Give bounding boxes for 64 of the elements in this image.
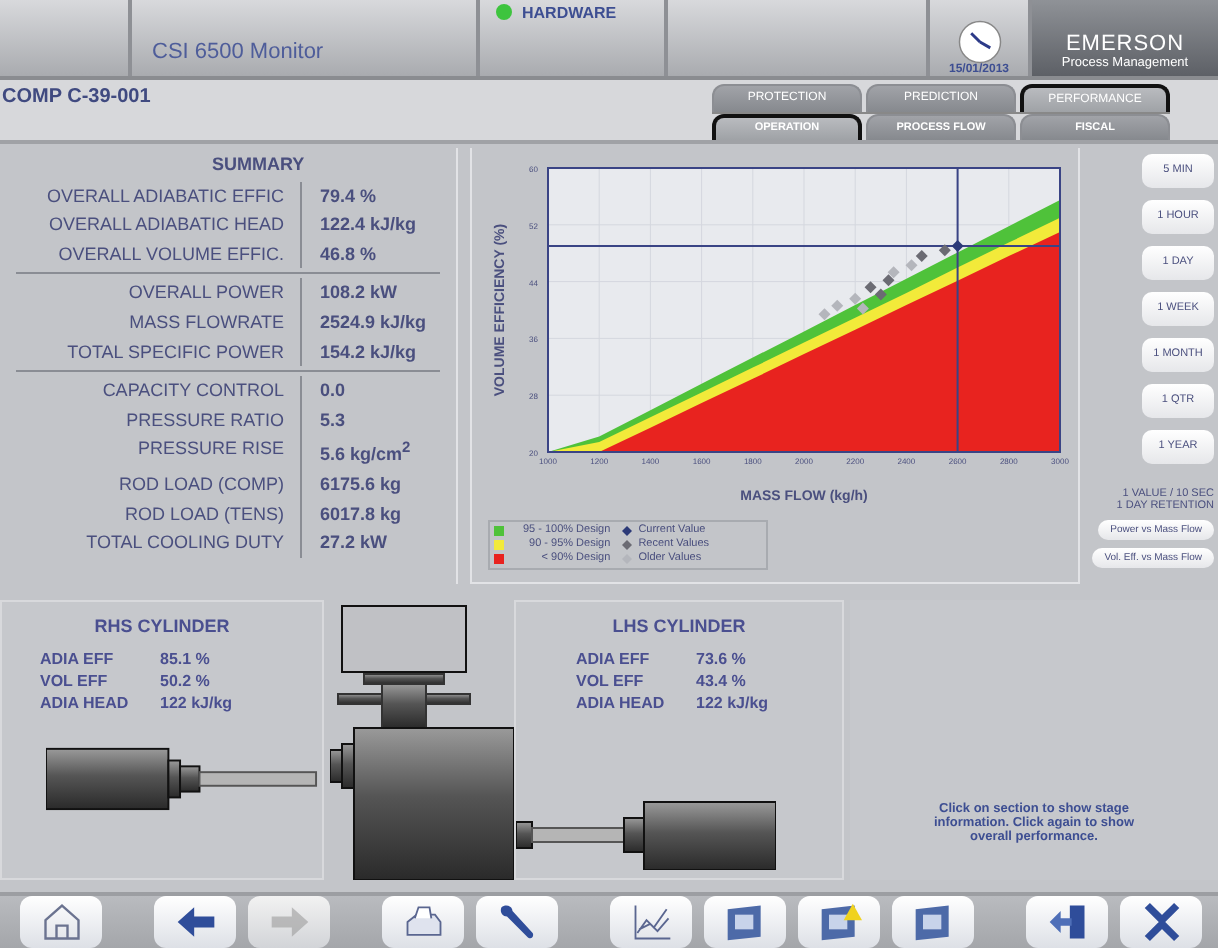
house-icon — [39, 900, 83, 944]
summary-label: TOTAL COOLING DUTY — [16, 528, 302, 558]
metric-label: VOL EFF — [40, 670, 110, 692]
metric-value: 85.1 % — [160, 648, 212, 670]
metric-value: 73.6 % — [696, 648, 748, 670]
summary-value: 46.8 % — [318, 241, 379, 268]
cylinder-panel[interactable]: RHS CYLINDER ADIA EFF 85.1 % VOL EFF 50.2 % ADIA HEAD 122 kJ/kg — [0, 600, 324, 880]
summary-label: OVERALL VOLUME EFFIC. — [16, 239, 302, 269]
summary-value: 79.4 % — [318, 183, 379, 210]
equipment-title: COMP C-39-001 — [0, 83, 151, 112]
toolbar-button[interactable] — [892, 896, 974, 948]
metric-value: 122 kJ/kg — [696, 692, 769, 714]
cylinder-title: LHS CYLINDER — [612, 616, 746, 636]
warning-panel-icon — [817, 900, 861, 944]
metric-value: 122 kJ/kg — [160, 692, 233, 714]
metric-label: ADIA HEAD — [40, 692, 131, 714]
panel-icon — [723, 900, 767, 944]
toolbar-button[interactable] — [1026, 896, 1108, 948]
summary-label: OVERALL ADIABATIC EFFIC — [16, 181, 302, 211]
logo-name: EMERSON — [1065, 31, 1185, 56]
metric-label: VOL EFF — [576, 670, 646, 692]
toolbar-button[interactable] — [154, 896, 236, 948]
summary-value: 5.6 kg/cm$^{2}$ — [318, 436, 413, 469]
close-icon — [1139, 900, 1183, 944]
summary-label: ROD LOAD (COMP) — [16, 470, 302, 500]
summary-title: SUMMARY — [210, 151, 307, 178]
summary-value: 6175.6 kg — [318, 472, 404, 499]
metric-label: ADIA EFF — [40, 648, 116, 670]
summary-label: TOTAL SPECIFIC POWER — [16, 337, 302, 367]
app-subtitle: CSI 6500 Monitor — [152, 39, 324, 64]
summary-value: 0.0 — [318, 378, 348, 405]
metric-value: 43.4 % — [696, 670, 748, 692]
toolbar-button[interactable] — [382, 896, 464, 948]
clock-icon — [957, 19, 1001, 64]
exit-icon — [1045, 900, 1089, 944]
summary-label: ROD LOAD (TENS) — [16, 499, 302, 529]
summary-label: PRESSURE RATIO — [16, 405, 302, 435]
summary-value: 154.2 kJ/kg — [318, 339, 419, 366]
summary-value: 6017.8 kg — [318, 501, 404, 528]
metric-label: ADIA HEAD — [576, 692, 667, 714]
cylinder-title: RHS CYLINDER — [94, 616, 230, 636]
cylinder-panel[interactable]: LHS CYLINDER ADIA EFF 73.6 % VOL EFF 43.4 % ADIA HEAD 122 kJ/kg — [514, 600, 844, 880]
toolbar-button[interactable] — [610, 896, 692, 948]
toolbar-button[interactable] — [20, 896, 102, 948]
summary-value: 108.2 kW — [318, 280, 400, 307]
toolbar-button[interactable] — [798, 896, 880, 948]
metric-value: 50.2 % — [160, 670, 212, 692]
summary-label: MASS FLOWRATE — [16, 308, 302, 338]
summary-label: CAPACITY CONTROL — [16, 376, 302, 406]
status-label: HARDWARE — [522, 4, 617, 22]
toolbar-button[interactable] — [704, 896, 786, 948]
line-chart-icon — [629, 900, 673, 944]
summary-label: OVERALL POWER — [16, 278, 302, 309]
summary-value: 2524.9 kJ/kg — [318, 310, 429, 337]
summary-value: 5.3 — [318, 407, 348, 434]
wrench-icon — [495, 900, 539, 944]
toolbar-button[interactable] — [476, 896, 558, 948]
metric-label: ADIA EFF — [576, 648, 652, 670]
summary-label: OVERALL ADIABATIC HEAD — [16, 210, 302, 240]
summary-label: PRESSURE RISE — [16, 434, 302, 471]
panel-icon — [911, 900, 955, 944]
toolbar-button[interactable] — [1120, 896, 1202, 948]
summary-value: 122.4 kJ/kg — [318, 212, 419, 239]
summary-value: 27.2 kW — [318, 530, 390, 557]
